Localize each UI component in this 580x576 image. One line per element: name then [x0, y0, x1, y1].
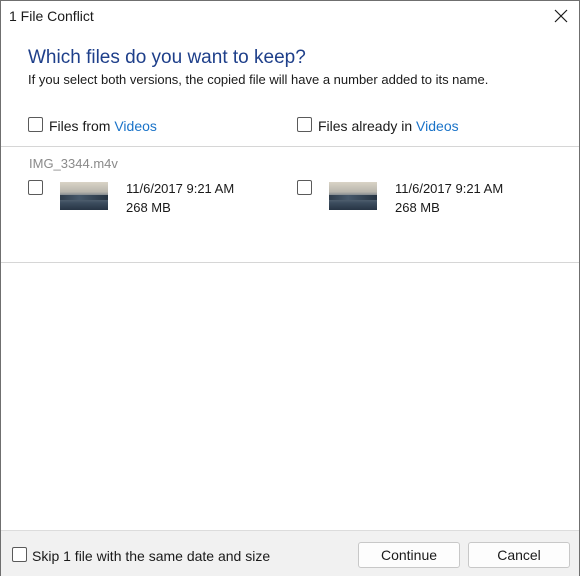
dialog-subtext: If you select both versions, the copied … [28, 72, 489, 87]
keep-destination-file-checkbox[interactable] [297, 180, 312, 195]
source-folder-link[interactable]: Videos [114, 118, 157, 134]
destination-file-size: 268 MB [395, 200, 440, 215]
header-divider [1, 146, 579, 147]
destination-folder-link[interactable]: Videos [416, 118, 459, 134]
source-file-size: 268 MB [126, 200, 171, 215]
source-file-date: 11/6/2017 9:21 AM [126, 181, 235, 196]
title-bar: 1 File Conflict [1, 1, 579, 31]
window-title: 1 File Conflict [9, 8, 94, 24]
select-all-source-checkbox[interactable] [28, 117, 43, 132]
close-icon [554, 9, 568, 23]
destination-column-prefix: Files already in [318, 118, 417, 134]
close-button[interactable] [547, 3, 575, 29]
destination-file-thumbnail [329, 182, 377, 210]
skip-same-files-checkbox[interactable] [12, 547, 27, 562]
destination-file-meta: 11/6/2017 9:21 AM 268 MB [395, 179, 503, 217]
destination-column-label: Files already in Videos [318, 118, 459, 134]
select-all-destination-checkbox[interactable] [297, 117, 312, 132]
skip-same-files-label: Skip 1 file with the same date and size [32, 548, 271, 564]
row-divider [1, 262, 579, 263]
file-conflict-dialog: 1 File Conflict Which files do you want … [0, 0, 580, 576]
source-file-thumbnail [60, 182, 108, 210]
source-column-prefix: Files from [49, 118, 115, 134]
dialog-footer: Skip 1 file with the same date and size … [1, 530, 579, 576]
continue-button[interactable]: Continue [358, 542, 460, 568]
keep-source-file-checkbox[interactable] [28, 180, 43, 195]
conflict-filename: IMG_3344.m4v [29, 156, 118, 171]
source-file-meta: 11/6/2017 9:21 AM 268 MB [126, 179, 234, 217]
cancel-button[interactable]: Cancel [468, 542, 570, 568]
dialog-heading: Which files do you want to keep? [28, 47, 306, 68]
destination-file-date: 11/6/2017 9:21 AM [395, 181, 504, 196]
source-column-label: Files from Videos [49, 118, 157, 134]
